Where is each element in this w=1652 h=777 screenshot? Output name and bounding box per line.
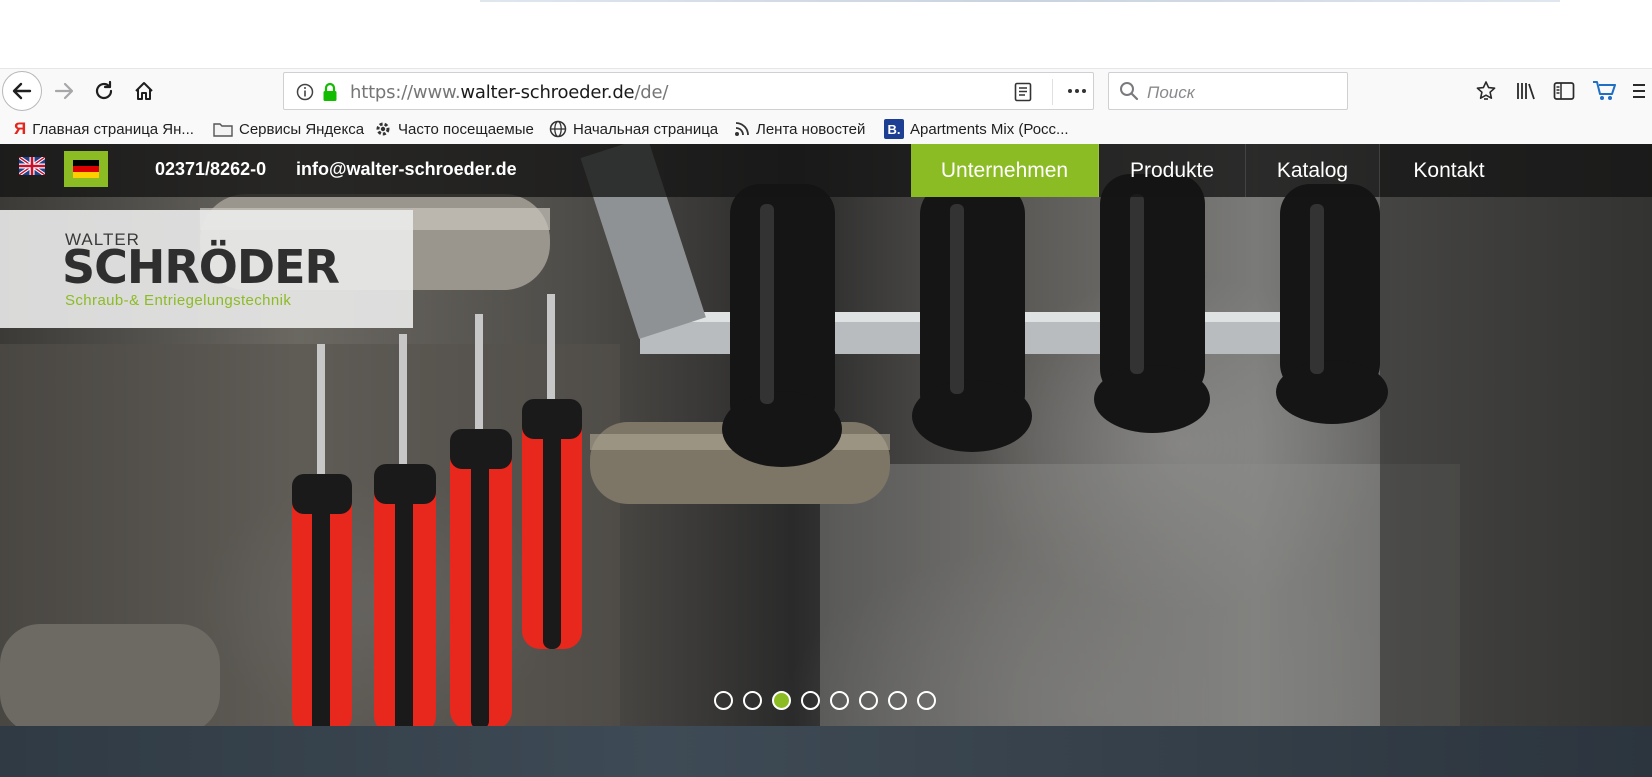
bookmarks-bar: Я Главная страница Ян... Сервисы Яндекса…: [0, 112, 1652, 144]
bookmark-item[interactable]: Я Главная страница Ян...: [14, 118, 194, 140]
bookmark-star-button[interactable]: [1472, 77, 1500, 105]
page-actions-icon[interactable]: [1064, 81, 1090, 101]
globe-icon: [549, 120, 567, 138]
slider-dots: [714, 691, 936, 711]
home-icon: [135, 82, 153, 100]
bookmark-item[interactable]: Начальная страница: [549, 118, 718, 140]
bookmark-item[interactable]: B. Apartments Mix (Росс...: [884, 118, 1069, 140]
arrow-left-icon: [12, 82, 32, 100]
cart-icon: [1593, 81, 1616, 100]
site-header-bar: 02371/8262-0 info@walter-schroeder.de Un…: [0, 144, 1652, 197]
lock-icon: [323, 82, 337, 101]
gear-icon: [376, 122, 390, 136]
rss-icon: [735, 122, 749, 136]
slider-dot[interactable]: [743, 691, 762, 710]
site-logo[interactable]: WALTER SCHRÖDER Schraub-& Entriegelungst…: [0, 210, 413, 328]
url-text: https://www.walter-schroeder.de/de/: [350, 82, 669, 103]
bookmark-label: Сервисы Яндекса: [239, 120, 365, 138]
search-icon: [1120, 82, 1139, 101]
reload-icon: [95, 80, 113, 100]
slider-dot[interactable]: [772, 691, 791, 710]
nav-unternehmen[interactable]: Unternehmen: [911, 144, 1099, 197]
slider-dot[interactable]: [888, 691, 907, 710]
logo-schroeder: SCHRÖDER: [62, 240, 340, 294]
library-icon: [1517, 83, 1535, 100]
bookmark-label: Apartments Mix (Росс...: [910, 120, 1069, 138]
browser-toolbar: https://www.walter-schroeder.de/de/ Поис…: [0, 68, 1652, 112]
url-separator: [1052, 79, 1053, 105]
flag-de-icon: [73, 160, 99, 178]
folder-icon: [213, 123, 233, 137]
window-top-area: [0, 0, 1652, 68]
library-button[interactable]: [1512, 77, 1540, 105]
bookmark-label: Главная страница Ян...: [32, 120, 194, 138]
yandex-icon: Я: [14, 119, 27, 138]
slider-dot[interactable]: [859, 691, 878, 710]
url-bar[interactable]: https://www.walter-schroeder.de/de/: [283, 72, 1094, 110]
forward-button[interactable]: [46, 73, 82, 109]
hamburger-icon: [1633, 84, 1645, 98]
bookmark-item[interactable]: Лента новостей: [734, 118, 865, 140]
back-button[interactable]: [2, 71, 42, 111]
sidebar-button[interactable]: [1550, 77, 1578, 105]
slider-dot[interactable]: [714, 691, 733, 710]
search-placeholder: Поиск: [1147, 83, 1195, 102]
booking-icon: B.: [884, 119, 904, 139]
logo-tagline: Schraub-& Entriegelungstechnik: [65, 292, 292, 309]
language-de-active[interactable]: [64, 151, 108, 187]
bookmark-item[interactable]: Часто посещаемые: [374, 118, 534, 140]
menu-button[interactable]: [1628, 77, 1648, 105]
content-section-top: [0, 726, 1652, 777]
nav-kontakt[interactable]: Kontakt: [1380, 144, 1518, 197]
tab-strip-line: [480, 0, 1560, 2]
bookmark-item[interactable]: Сервисы Яндекса: [213, 118, 364, 140]
search-bar[interactable]: Поиск: [1108, 72, 1348, 110]
cart-button[interactable]: [1590, 77, 1618, 105]
reload-button[interactable]: [86, 73, 122, 109]
bookmark-label: Начальная страница: [573, 120, 719, 138]
slider-dot[interactable]: [801, 691, 820, 710]
nav-katalog[interactable]: Katalog: [1246, 144, 1380, 197]
hero-slider: 02371/8262-0 info@walter-schroeder.de Un…: [0, 144, 1652, 726]
sidebar-icon: [1553, 82, 1575, 100]
nav-produkte[interactable]: Produkte: [1099, 144, 1246, 197]
reader-view-icon[interactable]: [1014, 82, 1032, 102]
bookmark-label: Лента новостей: [756, 120, 866, 138]
bookmark-label: Часто посещаемые: [398, 120, 534, 138]
flag-uk-icon[interactable]: [19, 157, 45, 175]
star-list-icon: [1476, 81, 1496, 100]
phone-number[interactable]: 02371/8262-0: [155, 159, 266, 180]
arrow-right-icon: [54, 82, 74, 100]
home-button[interactable]: [126, 73, 162, 109]
slider-dot[interactable]: [917, 691, 936, 710]
email-link[interactable]: info@walter-schroeder.de: [296, 159, 517, 180]
slider-dot[interactable]: [830, 691, 849, 710]
info-icon[interactable]: [296, 83, 314, 101]
